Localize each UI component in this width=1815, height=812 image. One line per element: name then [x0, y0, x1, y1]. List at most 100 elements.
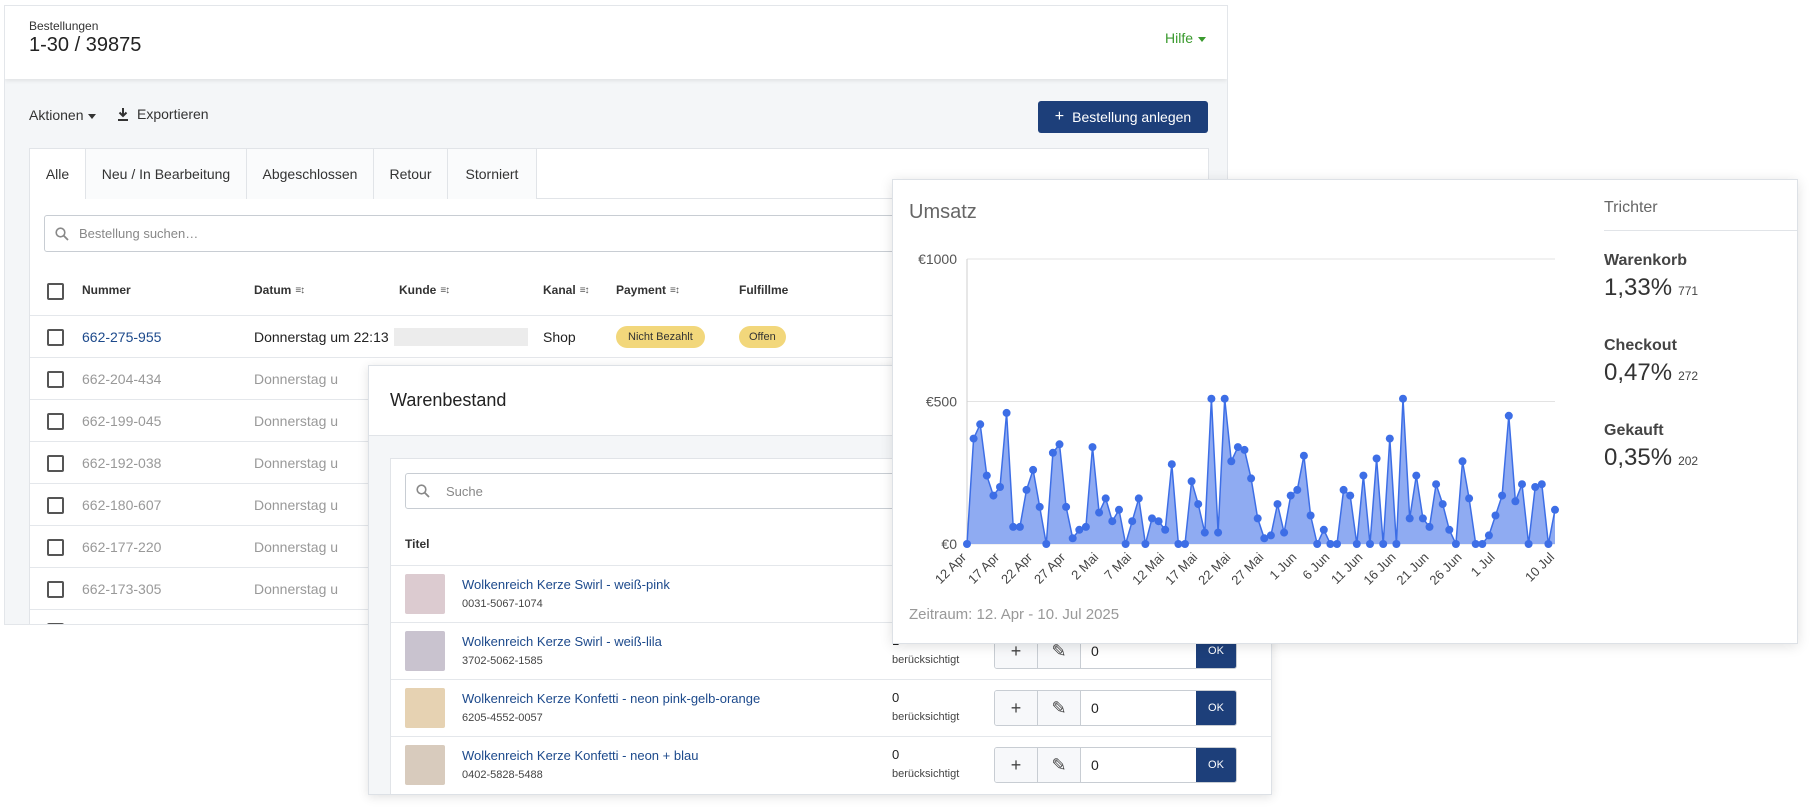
order-number[interactable]: 662-173-305	[82, 568, 161, 610]
sort-icon: ≡↕	[295, 284, 305, 296]
revenue-point	[1002, 408, 1011, 417]
revenue-point	[1055, 440, 1064, 449]
revenue-point	[1207, 394, 1216, 403]
row-checkbox[interactable]	[47, 454, 64, 472]
plus-icon[interactable]: +	[995, 691, 1038, 725]
pencil-icon[interactable]: ✎	[1038, 748, 1081, 782]
tab-return[interactable]: Retour	[374, 149, 448, 199]
help-label: Hilfe	[1165, 30, 1194, 46]
product-title[interactable]: Wolkenreich Kerze Konfetti - neon + blau	[462, 748, 698, 763]
product-title[interactable]: Wolkenreich Kerze Swirl - weiß-pink	[462, 577, 670, 592]
y-tick-label: €1000	[918, 251, 957, 267]
revenue-point	[1154, 517, 1163, 526]
revenue-point	[1432, 480, 1441, 489]
tab-new-in-progress[interactable]: Neu / In Bearbeitung	[86, 149, 247, 199]
order-date: Donnerstag u	[254, 455, 339, 471]
plus-icon[interactable]: +	[995, 748, 1038, 782]
search-icon	[416, 484, 430, 498]
revenue-point	[1035, 502, 1044, 511]
order-number[interactable]: 662-192-038	[82, 442, 161, 484]
col-date[interactable]: Datum ≡↕	[254, 283, 305, 297]
revenue-point	[1491, 511, 1500, 520]
revenue-point	[1108, 517, 1117, 526]
order-number[interactable]: 662-199-045	[82, 400, 161, 442]
sort-icon: ≡↕	[579, 284, 590, 296]
select-all-checkbox[interactable]	[47, 283, 64, 300]
stock-value-input[interactable]: 0	[1081, 748, 1196, 782]
create-order-button[interactable]: + Bestellung anlegen	[1038, 101, 1208, 133]
export-button[interactable]: Exportieren	[117, 106, 209, 122]
order-number[interactable]: 662-177-220	[82, 526, 161, 568]
y-tick-label: €0	[941, 536, 957, 552]
order-number[interactable]: 662-204-434	[82, 358, 161, 400]
revenue-point	[1425, 522, 1434, 531]
revenue-point	[1372, 454, 1381, 463]
order-number[interactable]: 662-180-607	[82, 484, 161, 526]
row-checkbox[interactable]	[47, 370, 64, 388]
x-tick-label: 27 Mai	[1228, 549, 1266, 587]
row-checkbox[interactable]	[47, 496, 64, 514]
product-thumbnail	[405, 688, 445, 728]
revenue-point	[1518, 480, 1526, 489]
revenue-point	[1359, 471, 1368, 480]
chevron-down-icon	[1198, 36, 1207, 42]
revenue-point	[1280, 528, 1289, 537]
stock-stepper[interactable]: + ✎ 0 OK	[994, 690, 1237, 726]
revenue-point	[1445, 525, 1454, 534]
order-number[interactable]: 662-275-955	[82, 316, 161, 358]
product-qty: 0	[892, 690, 900, 705]
col-channel-label: Kanal	[543, 283, 576, 297]
revenue-point	[1128, 517, 1137, 526]
ok-button[interactable]: OK	[1196, 691, 1236, 725]
revenue-point	[1141, 540, 1150, 548]
x-tick-label: 22 Apr	[998, 549, 1036, 587]
revenue-point	[1379, 540, 1388, 548]
revenue-point	[1405, 514, 1414, 523]
revenue-point	[1115, 505, 1123, 514]
revenue-point	[989, 491, 998, 500]
funnel-step-pct: 0,35%	[1604, 444, 1673, 471]
col-customer[interactable]: Kunde ≡↕	[399, 283, 450, 297]
customer-redacted	[394, 328, 528, 346]
product-sku: 3702-5062-1585	[462, 655, 543, 667]
orders-header-label: Bestellungen	[29, 19, 99, 33]
row-checkbox[interactable]	[47, 412, 64, 430]
revenue-point	[1088, 443, 1097, 452]
orders-count: 1-30 / 39875	[29, 34, 142, 56]
tab-completed[interactable]: Abgeschlossen	[247, 149, 374, 199]
col-channel[interactable]: Kanal ≡↕	[543, 283, 590, 297]
y-tick-label: €500	[926, 394, 957, 410]
row-checkbox[interactable]	[47, 622, 64, 624]
stock-value-input[interactable]: 0	[1081, 691, 1196, 725]
x-tick-label: 27 Apr	[1031, 549, 1069, 587]
revenue-point	[996, 483, 1004, 491]
revenue-point	[1048, 448, 1057, 457]
help-menu[interactable]: Hilfe	[1165, 30, 1207, 46]
revenue-point	[1081, 522, 1090, 531]
funnel-title: Trichter	[1604, 199, 1658, 216]
stock-stepper[interactable]: + ✎ 0 OK	[994, 747, 1237, 783]
revenue-point	[1544, 540, 1553, 548]
revenue-area	[967, 398, 1555, 544]
funnel-step-cart: Warenkorb 1,33% 771	[1604, 252, 1698, 302]
col-payment[interactable]: Payment ≡↕	[616, 283, 680, 297]
revenue-point	[1438, 500, 1447, 509]
row-checkbox[interactable]	[47, 328, 64, 346]
tab-label: Retour	[389, 166, 432, 182]
col-fulfillment[interactable]: Fulfillme	[739, 283, 788, 297]
ok-button[interactable]: OK	[1196, 748, 1236, 782]
tab-all[interactable]: Alle	[30, 149, 86, 199]
revenue-point	[1200, 528, 1209, 537]
funnel-step-count: 771	[1678, 284, 1699, 298]
tab-cancelled[interactable]: Storniert	[448, 149, 537, 199]
revenue-point	[1187, 477, 1196, 486]
row-checkbox[interactable]	[47, 580, 64, 598]
product-title[interactable]: Wolkenreich Kerze Swirl - weiß-lila	[462, 634, 662, 649]
product-note: berücksichtigt	[892, 711, 960, 723]
product-title[interactable]: Wolkenreich Kerze Konfetti - neon pink-g…	[462, 691, 760, 706]
pencil-icon[interactable]: ✎	[1038, 691, 1081, 725]
funnel-step-count: 202	[1678, 454, 1699, 468]
tab-label: Neu / In Bearbeitung	[101, 166, 231, 182]
row-checkbox[interactable]	[47, 538, 64, 556]
actions-menu[interactable]: Aktionen	[29, 107, 97, 123]
